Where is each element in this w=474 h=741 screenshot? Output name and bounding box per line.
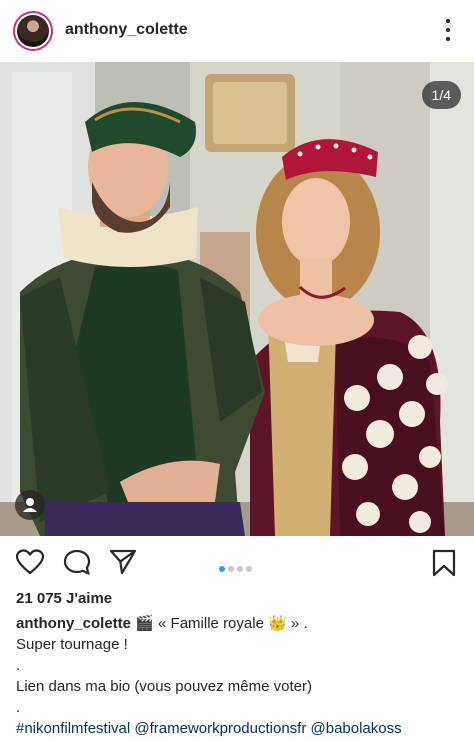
photo-illustration bbox=[0, 62, 474, 536]
carousel-dot bbox=[237, 566, 243, 572]
caption-line-3: . bbox=[16, 657, 21, 674]
caption-line-2: Super tournage ! bbox=[16, 636, 128, 653]
carousel-indicator bbox=[219, 559, 255, 572]
avatar-image bbox=[17, 15, 49, 47]
likes-count[interactable]: 21 075 J'aime bbox=[16, 590, 112, 607]
post-photo[interactable]: 1/4 bbox=[0, 62, 474, 536]
more-vertical-icon[interactable] bbox=[444, 19, 452, 43]
carousel-dot bbox=[246, 566, 252, 572]
post-username[interactable]: anthony_colette bbox=[65, 21, 188, 39]
caption-line-1: anthony_colette 🎬 « Famille royale 👑 » . bbox=[16, 613, 466, 634]
heart-icon[interactable] bbox=[15, 549, 45, 580]
caption-hashtags[interactable]: #nikonfilmfestival @frameworkproductions… bbox=[16, 718, 466, 739]
comment-icon[interactable] bbox=[63, 549, 91, 581]
post-caption: anthony_colette 🎬 « Famille royale 👑 » .… bbox=[16, 613, 466, 739]
caption-title: 🎬 « Famille royale 👑 » . bbox=[135, 615, 308, 632]
carousel-dot bbox=[228, 566, 234, 572]
action-bar bbox=[0, 536, 474, 588]
bookmark-icon[interactable] bbox=[432, 549, 456, 582]
page-counter: 1/4 bbox=[421, 81, 461, 109]
caption-line-5: . bbox=[16, 699, 21, 716]
paper-plane-icon[interactable] bbox=[109, 549, 137, 580]
caption-line-4: Lien dans ma bio (vous pouvez même voter… bbox=[16, 678, 312, 695]
caption-username[interactable]: anthony_colette bbox=[16, 615, 131, 632]
post-header: anthony_colette bbox=[0, 0, 474, 62]
carousel-dot-active bbox=[219, 566, 225, 572]
user-tag-icon[interactable] bbox=[15, 490, 45, 520]
avatar[interactable] bbox=[13, 11, 53, 51]
